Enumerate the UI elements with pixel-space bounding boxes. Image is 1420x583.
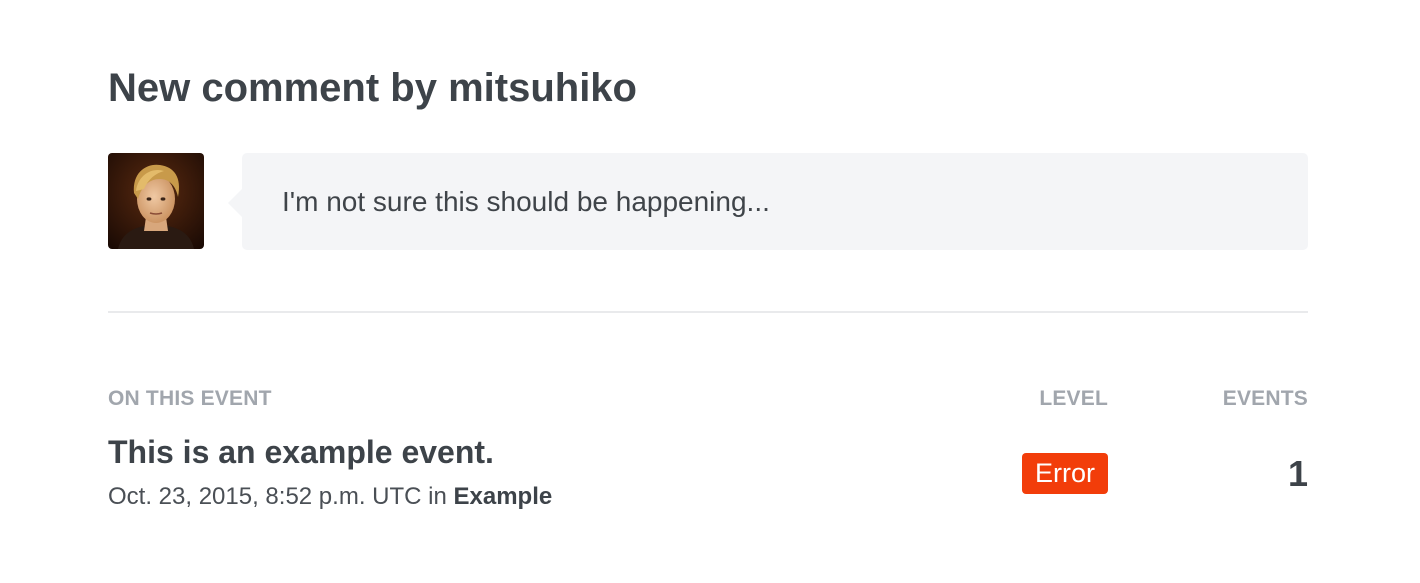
event-title-link[interactable]: This is an example event. <box>108 431 494 473</box>
avatar <box>108 153 204 249</box>
event-in-word: in <box>428 483 447 510</box>
section-divider <box>108 311 1308 313</box>
avatar-image <box>108 153 204 249</box>
events-column-header: EVENTS <box>1222 387 1308 410</box>
comment-bubble: I'm not sure this should be happening... <box>228 153 1308 250</box>
project-link[interactable]: Example <box>454 483 553 510</box>
event-timestamp: Oct. 23, 2015, 8:52 p.m. UTC <box>108 483 422 510</box>
page-title: New comment by mitsuhiko <box>108 66 637 110</box>
level-column-header: LEVEL <box>1039 387 1108 410</box>
comment-text: I'm not sure this should be happening... <box>282 185 770 217</box>
events-count: 1 <box>1287 453 1308 494</box>
on-this-event-label: ON THIS EVENT <box>108 387 272 410</box>
event-meta: Oct. 23, 2015, 8:52 p.m. UTC in Example <box>108 481 552 513</box>
level-badge: Error <box>1022 453 1108 494</box>
